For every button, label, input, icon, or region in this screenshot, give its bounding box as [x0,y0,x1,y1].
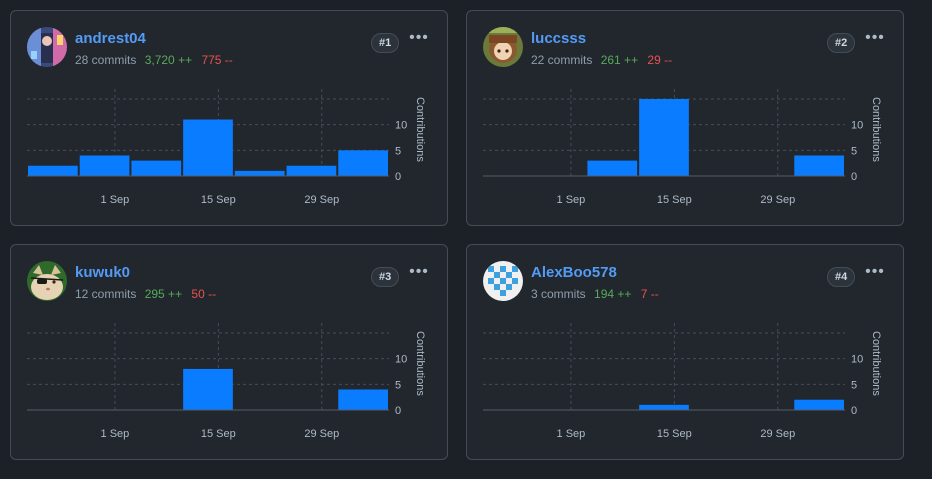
contributions-chart: 1 Sep 15 Sep 29 Sep 0 5 10 Contributions [483,89,882,206]
x-tick-label: 29 Sep [304,194,339,206]
y-axis-title: Contributions [414,331,426,396]
y-tick-label: 10 [395,354,407,366]
x-tick-label: 1 Sep [101,194,130,206]
contribution-bar [639,404,689,410]
contribution-bar [234,170,285,176]
contribution-bar [794,155,844,176]
y-tick-label: 5 [395,379,401,391]
x-tick-label: 29 Sep [760,194,795,206]
contribution-bar [131,160,182,176]
contribution-bar [794,399,844,410]
contribution-bar [338,150,388,176]
x-tick-label: 1 Sep [101,428,130,440]
y-tick-label: 5 [395,145,401,157]
x-tick-label: 15 Sep [657,194,692,206]
y-tick-label: 5 [851,145,857,157]
contributions-chart: 1 Sep 15 Sep 29 Sep 0 5 10 Contributions [27,89,426,206]
contributor-card: luccsss 22 commits 261 ++ 29 -- #2 ••• 1… [466,10,904,226]
y-tick-label: 0 [851,171,857,183]
contribution-bar [639,99,689,176]
x-tick-label: 29 Sep [760,428,795,440]
x-tick-label: 29 Sep [304,428,339,440]
y-tick-label: 10 [851,354,863,366]
x-tick-label: 15 Sep [201,194,236,206]
contribution-bar [286,165,337,176]
x-tick-label: 1 Sep [557,194,586,206]
x-tick-label: 15 Sep [201,428,236,440]
y-tick-label: 0 [851,405,857,417]
y-tick-label: 10 [851,120,863,132]
x-tick-label: 15 Sep [657,428,692,440]
contribution-bar [79,155,130,176]
y-tick-label: 5 [851,379,857,391]
y-tick-label: 0 [395,405,401,417]
contribution-bar [28,165,78,176]
contributor-card: AlexBoo578 3 commits 194 ++ 7 -- #4 ••• … [466,244,904,460]
y-axis-title: Contributions [414,97,426,162]
contribution-bar [587,160,638,176]
contribution-bar [338,389,388,410]
x-tick-label: 1 Sep [557,428,586,440]
y-tick-label: 0 [395,171,401,183]
y-axis-title: Contributions [870,97,882,162]
contributions-chart: 1 Sep 15 Sep 29 Sep 0 5 10 Contributions [483,323,882,440]
y-tick-label: 10 [395,120,407,132]
contributor-card: kuwuk0 12 commits 295 ++ 50 -- #3 ••• 1 … [10,244,448,460]
contributions-chart: 1 Sep 15 Sep 29 Sep 0 5 10 Contributions [27,323,426,440]
contributor-card: andrest04 28 commits 3,720 ++ 775 -- #1 … [10,10,448,226]
contribution-bar [183,368,233,410]
y-axis-title: Contributions [870,331,882,396]
contribution-bar [183,119,233,176]
